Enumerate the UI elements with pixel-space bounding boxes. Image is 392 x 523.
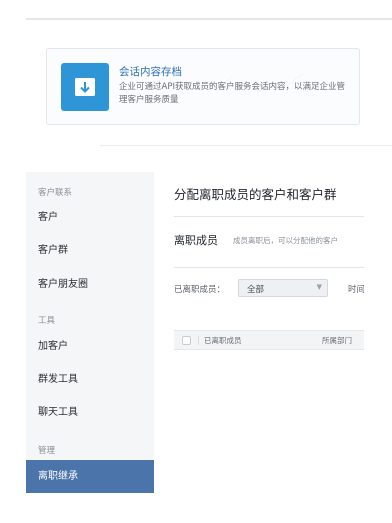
download-icon <box>75 78 95 96</box>
sidebar-item-customer-moments[interactable]: 客户朋友圈 <box>26 270 154 300</box>
page-title: 分配离职成员的客户和客户群 <box>174 187 337 202</box>
member-filter-select[interactable]: 全部 ▼ <box>238 279 328 297</box>
select-all-checkbox[interactable] <box>182 336 191 345</box>
title-divider <box>174 216 364 217</box>
filter-member-label: 已离职成员： <box>174 285 226 295</box>
sidebar-item-resigned-inheritance[interactable]: 离职继承 <box>26 460 154 493</box>
section-title-divider <box>174 267 364 268</box>
sidebar: 客户联系 客户 客户群 客户朋友圈 工具 加客户 群发工具 聊天工具 管理 离职… <box>26 172 154 493</box>
archive-icon-tile <box>61 63 109 111</box>
promo-title[interactable]: 会话内容存档 <box>119 64 182 79</box>
sidebar-group-tools: 工具 <box>38 316 56 326</box>
section-hint: 成员离职后，可以分配他的客户 <box>233 236 338 245</box>
column-header-department: 所属部门 <box>322 336 352 345</box>
sidebar-item-customer-groups[interactable]: 客户群 <box>26 236 154 266</box>
sidebar-item-chat-tools[interactable]: 聊天工具 <box>26 398 154 428</box>
section-title: 离职成员 <box>174 234 218 247</box>
chevron-down-icon: ▼ <box>316 283 322 291</box>
member-filter-value: 全部 <box>247 285 265 295</box>
promo-description: 企业可通过API获取成员的客户服务会话内容，以满足企业管理客户服务质量 <box>119 82 345 105</box>
sidebar-group-management: 管理 <box>38 446 56 456</box>
sidebar-group-customer-contact: 客户联系 <box>38 188 73 198</box>
top-divider <box>26 18 392 20</box>
sidebar-item-mass-message[interactable]: 群发工具 <box>26 365 154 395</box>
section-divider <box>100 145 392 146</box>
column-separator <box>198 336 199 345</box>
sidebar-item-customers[interactable]: 客户 <box>26 203 154 233</box>
sidebar-item-add-customer[interactable]: 加客户 <box>26 332 154 362</box>
archive-promo-card[interactable]: 会话内容存档 企业可通过API获取成员的客户服务会话内容，以满足企业管理客户服务… <box>46 48 360 125</box>
filter-time-label: 时间 <box>348 285 364 295</box>
table-header: 已离职成员 所属部门 <box>174 330 364 350</box>
column-header-resigned-member: 已离职成员 <box>204 336 242 345</box>
